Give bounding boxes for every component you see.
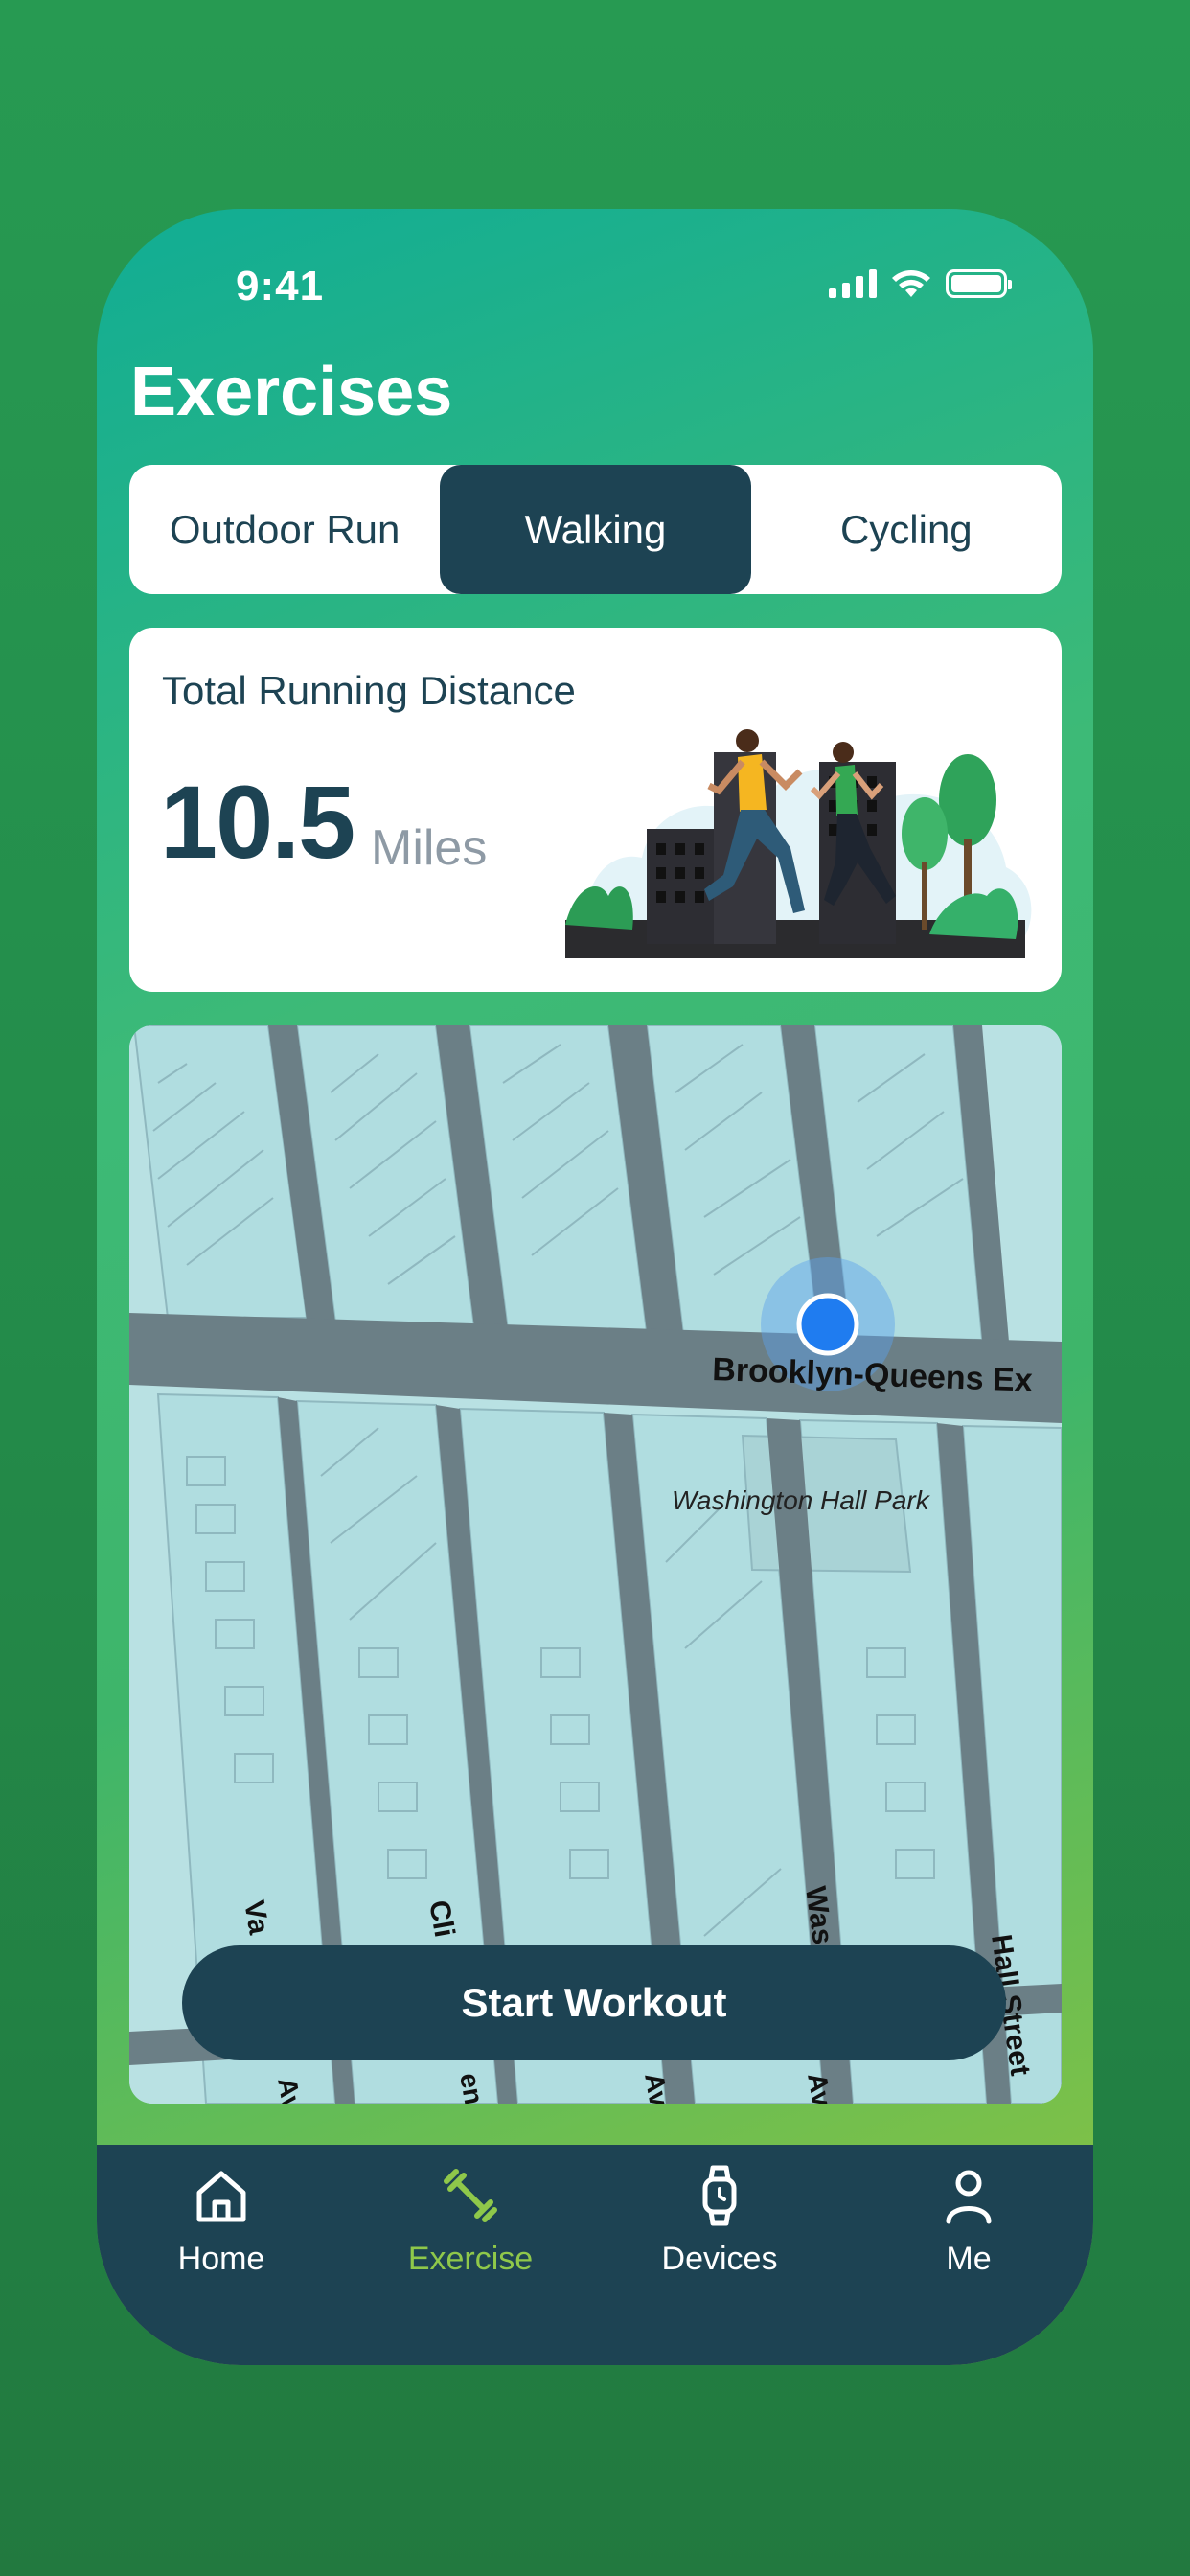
tab-cycling[interactable]: Cycling (751, 465, 1062, 594)
status-bar: 9:41 (97, 209, 1093, 362)
exercise-type-tabs: Outdoor Run Walking Cycling (129, 465, 1062, 594)
nav-label-me: Me (946, 2241, 992, 2277)
start-workout-button[interactable]: Start Workout (182, 1945, 1006, 2060)
street-label-1: Va (238, 1898, 275, 1937)
nav-label-devices: Devices (661, 2241, 778, 2277)
cellular-signal-icon (829, 269, 877, 298)
nav-label-home: Home (177, 2241, 265, 2277)
street-label-5: Av (272, 2076, 308, 2104)
current-location-marker (796, 1293, 859, 1356)
nav-item-home[interactable]: Home (97, 2145, 346, 2365)
street-label-2: Cli (423, 1898, 460, 1939)
nav-item-exercise[interactable]: Exercise (346, 2145, 595, 2365)
phone-screen: 9:41 Exercises Outdoor Run Walking Cycli… (97, 209, 1093, 2365)
user-icon (946, 2170, 992, 2224)
street-label-7: Av (639, 2071, 675, 2104)
wifi-icon (892, 270, 930, 297)
bottom-nav: Home Exercise Devices Me (97, 2145, 1093, 2365)
nav-label-exercise: Exercise (407, 2241, 534, 2277)
nav-item-devices[interactable]: Devices (595, 2145, 844, 2365)
street-label-8: Av (802, 2071, 837, 2104)
runners-illustration (565, 729, 1032, 958)
home-icon (196, 2171, 246, 2222)
battery-icon (946, 269, 1012, 298)
tab-outdoor-run[interactable]: Outdoor Run (129, 465, 440, 594)
map-view[interactable]: Brooklyn-Queens Ex Washington Hall Park … (129, 1025, 1062, 2104)
watch-icon (702, 2165, 737, 2226)
page-title: Exercises (130, 354, 453, 430)
status-icons (829, 268, 1012, 299)
distance-label: Total Running Distance (162, 668, 576, 713)
distance-unit: Miles (371, 820, 488, 876)
distance-card: Total Running Distance 10.5 Miles (129, 628, 1062, 992)
map-canvas[interactable]: Brooklyn-Queens Ex Washington Hall Park … (129, 1025, 1062, 2104)
tab-walking[interactable]: Walking (440, 465, 751, 594)
distance-value: 10.5 (160, 764, 355, 880)
nav-item-me[interactable]: Me (844, 2145, 1093, 2365)
park-label: Washington Hall Park (672, 1485, 931, 1515)
status-time: 9:41 (236, 263, 325, 310)
dumbbell-icon (444, 2169, 497, 2222)
